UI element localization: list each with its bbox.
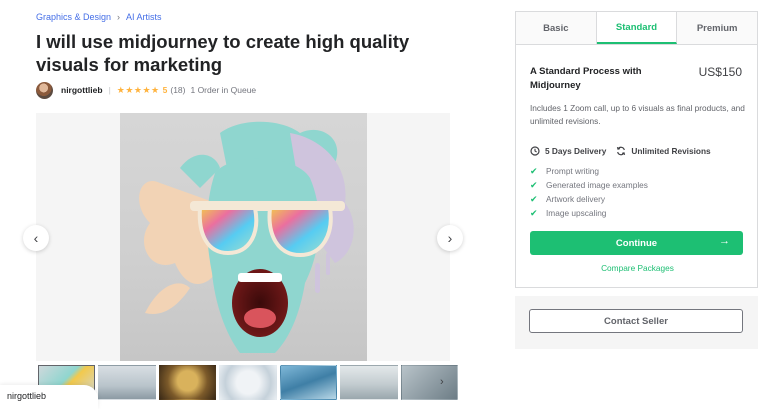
tab-standard[interactable]: Standard	[596, 12, 678, 44]
tab-basic[interactable]: Basic	[516, 12, 597, 44]
check-icon: ✔	[530, 193, 538, 204]
breadcrumb-category[interactable]: Graphics & Design	[36, 12, 111, 22]
orders-in-queue: 1 Order in Queue	[190, 85, 257, 95]
gallery-main-image[interactable]	[120, 113, 367, 361]
thumbnail[interactable]	[340, 365, 398, 400]
thumbnail[interactable]	[400, 365, 458, 400]
package-panel: Basic Standard Premium A Standard Proces…	[515, 11, 758, 288]
compare-packages-link[interactable]: Compare Packages	[516, 263, 759, 273]
gallery	[36, 113, 450, 361]
refresh-icon	[617, 146, 626, 156]
feature-list: ✔ Prompt writing ✔ Generated image example…	[530, 164, 648, 220]
package-tabs: Basic Standard Premium	[516, 12, 758, 45]
feature-item: ✔ Generated image examples	[530, 178, 648, 192]
breadcrumb: Graphics & Design › AI Artists	[36, 12, 162, 22]
feature-label: Generated image examples	[546, 180, 648, 190]
continue-button[interactable]: Continue →	[530, 231, 743, 255]
avatar[interactable]	[36, 81, 53, 99]
chevron-right-icon: ›	[117, 12, 121, 22]
feature-label: Image upscaling	[546, 208, 607, 218]
package-description: Includes 1 Zoom call, up to 6 visuals as…	[530, 103, 745, 126]
seller-overview: nirgottlieb | ★★★★★ 5 (18) 1 Order in Qu…	[36, 81, 256, 99]
artwork-image	[139, 121, 354, 353]
rating-score: 5	[162, 85, 168, 95]
revisions: Unlimited Revisions	[616, 146, 711, 156]
review-count[interactable]: (18)	[170, 85, 185, 95]
gallery-prev-button[interactable]: ‹	[23, 225, 49, 251]
check-icon: ✔	[530, 207, 538, 218]
feature-label: Prompt writing	[546, 166, 600, 176]
feature-item: ✔ Prompt writing	[530, 164, 648, 178]
contact-seller-button[interactable]: Contact Seller	[529, 309, 743, 333]
contact-section: Contact Seller	[515, 296, 758, 349]
feature-item: ✔ Artwork delivery	[530, 192, 648, 206]
check-icon: ✔	[530, 179, 538, 190]
chevron-right-icon: ›	[447, 230, 453, 246]
thumbnails-next-button[interactable]: ›	[440, 376, 444, 388]
gallery-next-button[interactable]: ›	[437, 225, 463, 251]
breadcrumb-subcategory[interactable]: AI Artists	[126, 12, 162, 22]
chevron-right-icon: ›	[440, 376, 444, 388]
thumbnail-strip	[38, 365, 458, 401]
gig-title: I will use midjourney to create high qua…	[36, 31, 410, 75]
chevron-left-icon: ‹	[33, 230, 39, 246]
delivery-label: 5 Days Delivery	[545, 146, 607, 156]
continue-label: Continue	[615, 237, 658, 249]
thumbnail[interactable]	[98, 365, 156, 400]
revisions-label: Unlimited Revisions	[631, 146, 711, 156]
package-name: A Standard Process with Midjourney	[530, 66, 642, 91]
feature-item: ✔ Image upscaling	[530, 206, 648, 220]
tab-premium[interactable]: Premium	[677, 12, 758, 44]
check-icon: ✔	[530, 165, 538, 176]
thumbnail[interactable]	[279, 365, 338, 400]
arrow-right-icon: →	[719, 235, 730, 247]
clock-icon	[530, 146, 540, 156]
thumbnail[interactable]	[158, 365, 217, 400]
seller-name[interactable]: nirgottlieb	[61, 85, 103, 95]
star-rating-icon: ★★★★★	[116, 84, 160, 95]
package-meta: 5 Days Delivery Unlimited Revisions	[530, 146, 711, 156]
package-price: US$150	[698, 65, 742, 79]
thumbnail[interactable]	[219, 365, 277, 400]
feature-label: Artwork delivery	[546, 194, 606, 204]
seller-tag[interactable]: nirgottlieb	[0, 385, 98, 409]
delivery-time: 5 Days Delivery	[530, 146, 606, 156]
divider: |	[108, 85, 111, 95]
